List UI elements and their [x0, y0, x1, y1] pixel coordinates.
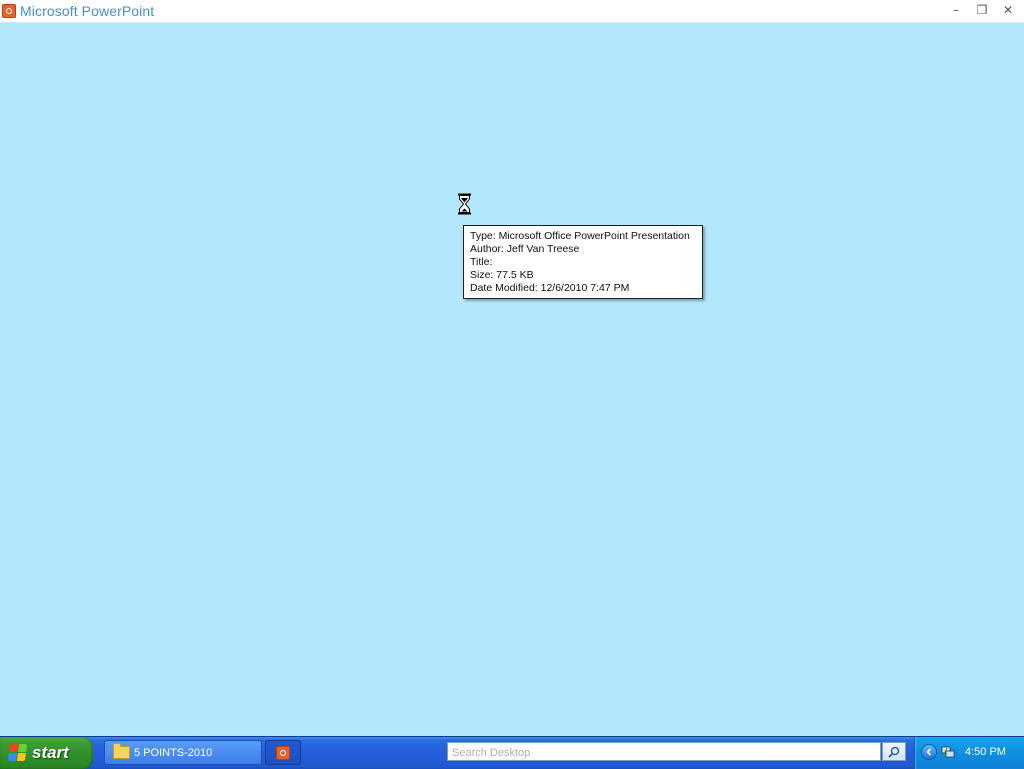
- window-title: Microsoft PowerPoint: [20, 3, 155, 19]
- file-info-tooltip: Type: Microsoft Office PowerPoint Presen…: [463, 225, 703, 299]
- system-tray: 4:50 PM: [914, 737, 1024, 769]
- taskbar: start 5 POINTS-2010 4:50 PM: [0, 736, 1024, 769]
- taskbar-item-label: 5 POINTS-2010: [134, 746, 213, 759]
- start-label: start: [32, 743, 69, 762]
- tooltip-size: Size: 77.5 KB: [470, 269, 534, 281]
- window-controls: – ❐ ✕: [948, 2, 1016, 18]
- title-bar[interactable]: Microsoft PowerPoint – ❐ ✕: [0, 0, 1024, 23]
- show-hidden-icons-button[interactable]: [921, 744, 937, 760]
- clock[interactable]: 4:50 PM: [965, 746, 1006, 758]
- network-icon[interactable]: [941, 745, 955, 759]
- search-button[interactable]: [882, 742, 906, 761]
- folder-icon: [113, 743, 130, 759]
- tooltip-date-modified: Date Modified: 12/6/2010 7:47 PM: [470, 282, 630, 294]
- minimize-button[interactable]: –: [948, 2, 964, 18]
- tooltip-title: Title:: [470, 256, 493, 268]
- restore-button[interactable]: ❐: [974, 2, 990, 18]
- tooltip-author: Author: Jeff Van Treese: [470, 243, 580, 255]
- start-button[interactable]: start: [0, 737, 93, 769]
- search-desktop-box[interactable]: [447, 742, 881, 762]
- hourglass-icon: [458, 193, 471, 215]
- windows-logo-icon: [7, 744, 29, 762]
- taskbar-item-5-points-2010[interactable]: 5 POINTS-2010: [104, 740, 262, 765]
- powerpoint-app-icon[interactable]: [2, 4, 16, 18]
- chevron-left-icon: [926, 748, 932, 756]
- powerpoint-workspace[interactable]: [0, 23, 1024, 736]
- search-icon: [888, 746, 900, 758]
- powerpoint-icon: [276, 745, 290, 760]
- close-button[interactable]: ✕: [1000, 2, 1016, 18]
- taskbar-item-powerpoint[interactable]: [265, 740, 301, 765]
- search-input[interactable]: [448, 744, 880, 762]
- tooltip-type: Type: Microsoft Office PowerPoint Presen…: [470, 230, 690, 242]
